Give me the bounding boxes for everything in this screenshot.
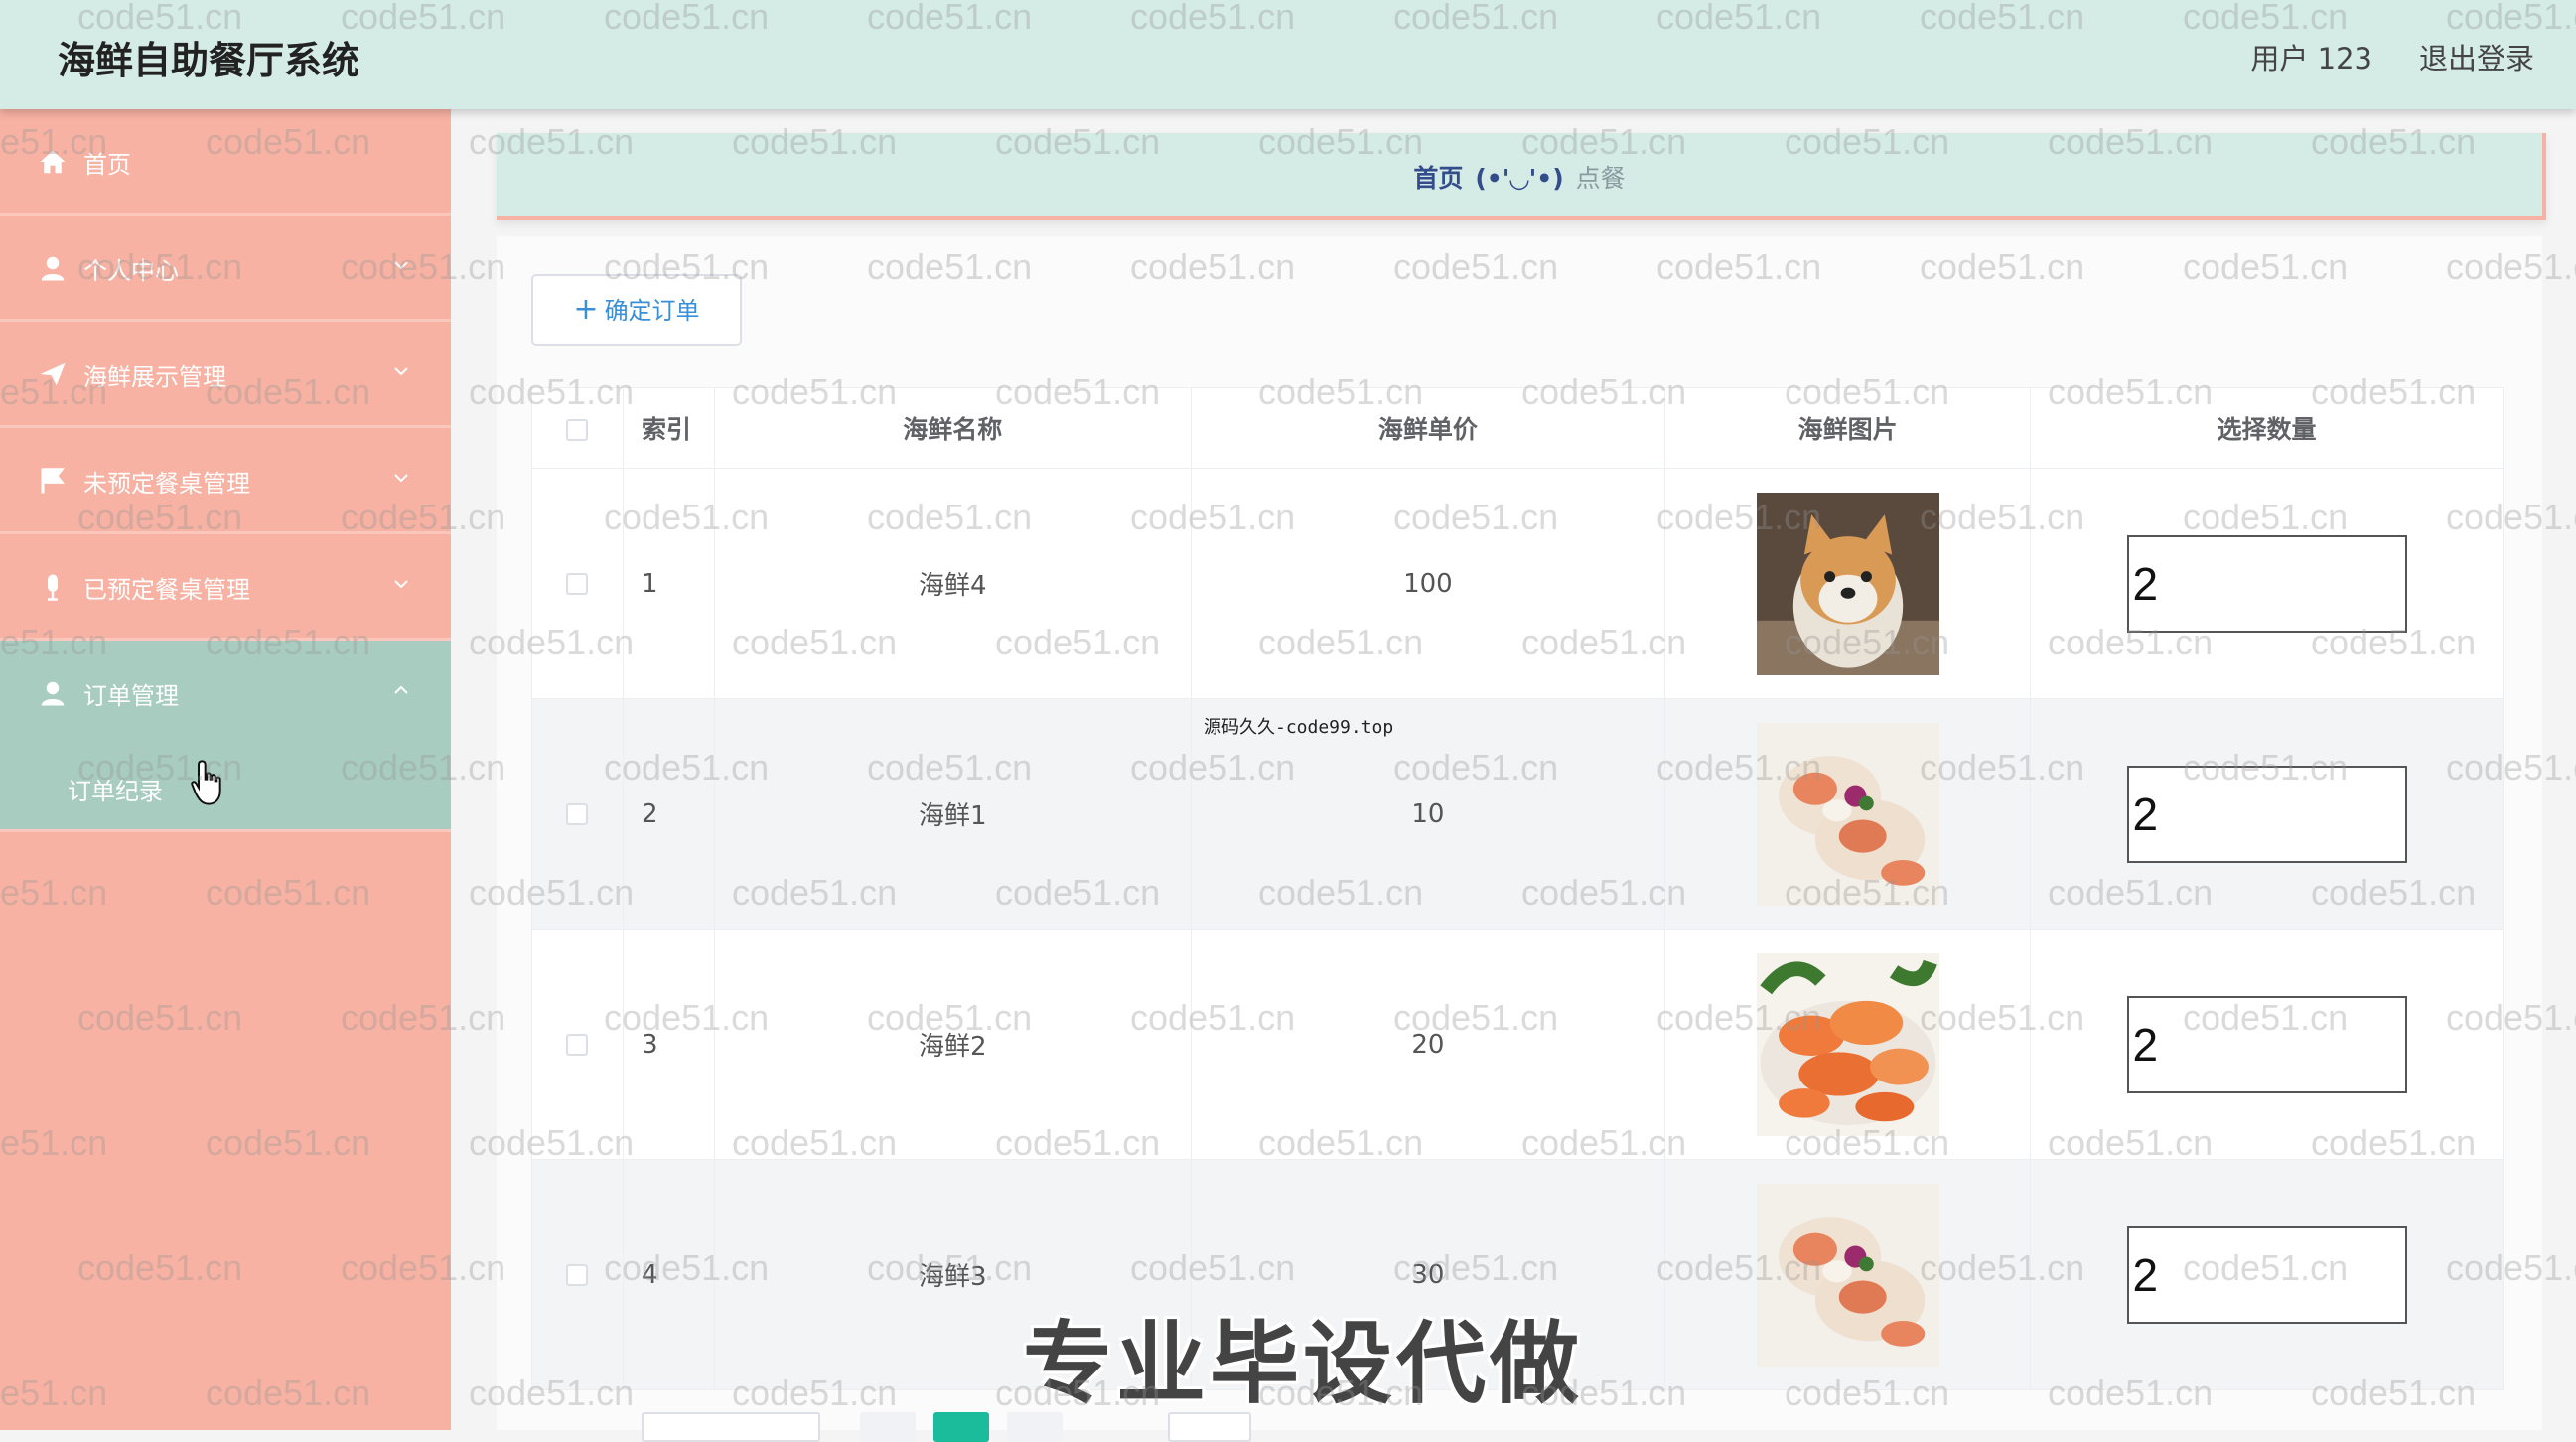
scallops-photo	[1756, 1183, 1939, 1367]
column-header-price: 海鲜单价	[1190, 387, 1666, 469]
row-checkbox[interactable]	[566, 1264, 589, 1286]
cell-index: 3	[622, 929, 715, 1160]
breadcrumb-home[interactable]: 首页	[1413, 164, 1463, 193]
cell-price: 20	[1190, 929, 1666, 1160]
table-row: 1 海鲜4 100	[531, 468, 2504, 699]
column-header-name: 海鲜名称	[713, 387, 1192, 469]
breadcrumb-current: 点餐	[1575, 164, 1626, 193]
breadcrumb-separator: (•'◡'•)	[1475, 164, 1564, 193]
cell-name: 海鲜1	[713, 698, 1192, 930]
pagination-page-size-select[interactable]	[642, 1412, 820, 1442]
sidebar: 首页 个人中心 海鲜展示管理 未预定餐桌管理 已预定餐桌管理 订单管理 订单纪录	[0, 109, 451, 1430]
flag-icon	[41, 468, 66, 494]
pagination-prev-button[interactable]	[860, 1412, 916, 1442]
pagination-page-button[interactable]	[933, 1412, 989, 1442]
table-row: 3 海鲜2 20	[531, 929, 2504, 1160]
cell-name: 海鲜4	[713, 468, 1192, 699]
shrimp-photo	[1756, 952, 1939, 1136]
sidebar-item-label: 订单管理	[83, 682, 179, 710]
plus-icon: +	[573, 292, 599, 327]
cell-price: 100	[1190, 468, 1666, 699]
row-checkbox[interactable]	[566, 573, 589, 595]
sidebar-item-orders[interactable]: 订单管理	[0, 641, 451, 744]
table-header-row: 索引 海鲜名称 海鲜单价 海鲜图片 选择数量	[531, 387, 2504, 469]
sidebar-item-home[interactable]: 首页	[0, 109, 451, 216]
source-note: 源码久久-code99.top	[1204, 717, 1394, 738]
select-all-checkbox[interactable]	[566, 418, 589, 441]
chevron-down-icon	[394, 261, 408, 270]
breadcrumb: 首页 (•'◡'•) 点餐	[497, 133, 2546, 220]
sidebar-item-label: 海鲜展示管理	[83, 363, 226, 391]
column-header-index: 索引	[622, 387, 715, 469]
logout-link[interactable]: 退出登录	[2419, 36, 2534, 77]
cell-index: 1	[622, 468, 715, 699]
quantity-input[interactable]	[2126, 765, 2407, 863]
sidebar-item-label: 个人中心	[83, 257, 179, 285]
confirm-order-label: 确定订单	[604, 297, 700, 325]
shiba-dog-photo	[1756, 492, 1939, 675]
sidebar-item-reserved[interactable]: 已预定餐桌管理	[0, 534, 451, 641]
sidebar-item-label: 未预定餐桌管理	[83, 470, 250, 498]
sidebar-item-label: 已预定餐桌管理	[83, 576, 250, 604]
confirm-order-button[interactable]: + 确定订单	[531, 274, 742, 346]
promo-banner: 专业毕设代做	[1023, 1312, 1583, 1416]
app-title: 海鲜自助餐厅系统	[58, 39, 360, 82]
table-row: 2 海鲜1 10	[531, 698, 2504, 930]
quantity-input[interactable]	[2126, 995, 2407, 1093]
sidebar-item-label: 首页	[83, 151, 131, 179]
order-table: 索引 海鲜名称 海鲜单价 海鲜图片 选择数量 1 海鲜4 100 2 2 海鲜1…	[531, 387, 2504, 1390]
app-header: 海鲜自助餐厅系统 用户 123 退出登录	[0, 0, 2576, 109]
chevron-down-icon	[394, 580, 408, 589]
column-header-quantity: 选择数量	[2030, 387, 2504, 469]
sidebar-item-seafood[interactable]: 海鲜展示管理	[0, 322, 451, 428]
chevron-down-icon	[394, 367, 408, 376]
hand-cursor-icon	[191, 760, 221, 805]
user-icon	[41, 681, 65, 706]
row-checkbox[interactable]	[566, 803, 589, 825]
user-label: 用户 123	[2250, 42, 2372, 75]
submenu-item-order-records[interactable]: 订单纪录	[0, 744, 451, 832]
cell-index: 4	[622, 1159, 715, 1390]
sidebar-item-unreserved[interactable]: 未预定餐桌管理	[0, 428, 451, 534]
row-checkbox[interactable]	[566, 1034, 589, 1056]
user-icon	[41, 256, 65, 281]
send-icon	[40, 362, 66, 386]
scallops-photo	[1756, 722, 1939, 906]
select-all-cell	[531, 387, 624, 469]
quantity-input[interactable]	[2126, 1226, 2407, 1324]
sidebar-item-profile[interactable]: 个人中心	[0, 216, 451, 322]
submenu-item-label: 订单纪录	[68, 778, 163, 805]
quantity-input[interactable]	[2126, 534, 2407, 633]
cell-index: 2	[622, 698, 715, 930]
cell-name: 海鲜2	[713, 929, 1192, 1160]
chevron-down-icon	[394, 474, 408, 483]
chevron-up-icon	[394, 685, 408, 694]
column-header-image: 海鲜图片	[1664, 387, 2032, 469]
home-icon	[40, 150, 66, 174]
microphone-icon	[48, 574, 58, 601]
